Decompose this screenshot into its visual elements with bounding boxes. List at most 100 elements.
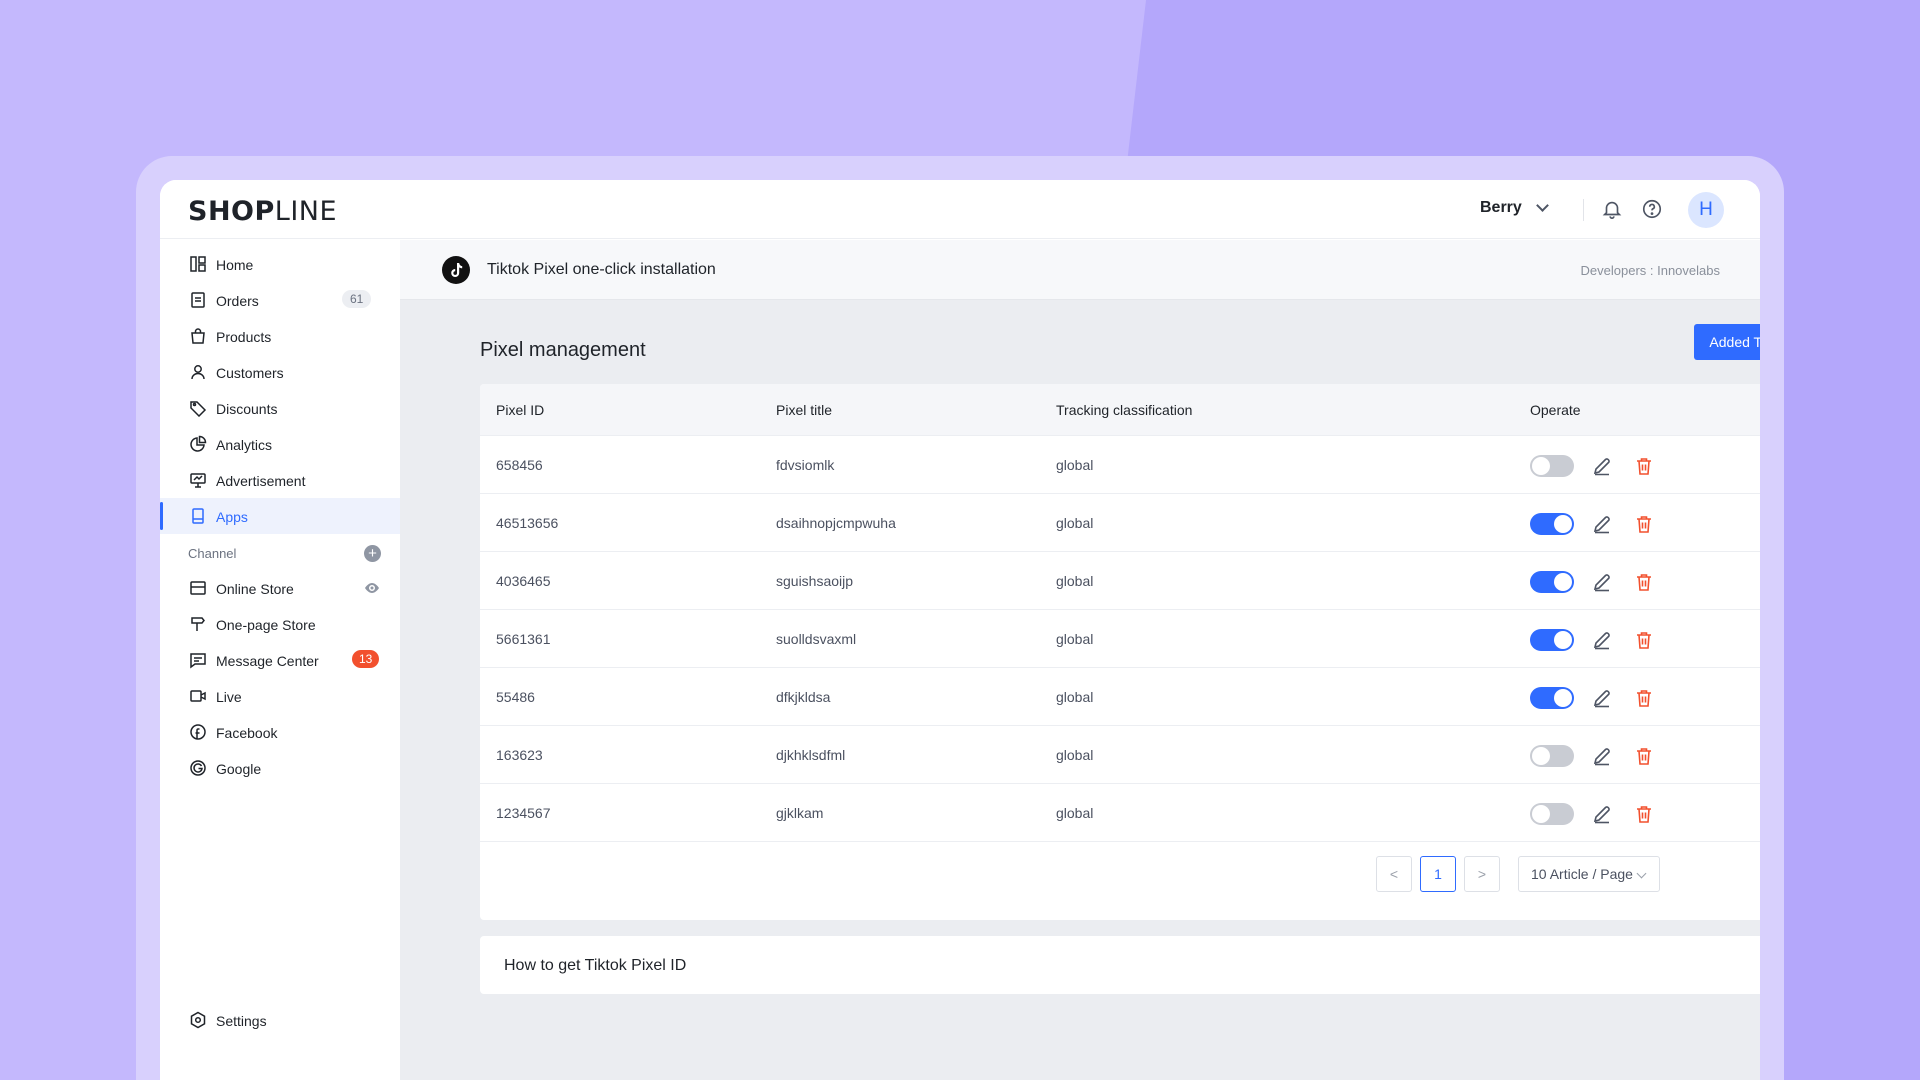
pixel-id-cell: 1234567: [496, 805, 551, 821]
home-icon: [190, 256, 206, 272]
pixel-enable-toggle[interactable]: [1530, 571, 1574, 593]
sidebar-item-label: Analytics: [216, 437, 273, 453]
column-header-pixel-title: Pixel title: [776, 402, 833, 418]
sidebar: Home Orders 61 Products Customers Discou…: [160, 240, 400, 1080]
trash-icon[interactable]: [1633, 687, 1655, 709]
page-title: Pixel management: [480, 339, 646, 361]
page-size-value: 10 Article / Page: [1531, 866, 1633, 882]
sidebar-item-label: Facebook: [216, 725, 278, 741]
avatar[interactable]: H: [1688, 192, 1724, 228]
pixel-enable-toggle[interactable]: [1530, 513, 1574, 535]
sidebar-item-settings[interactable]: Settings: [160, 1002, 400, 1038]
faq-collapse-panel[interactable]: How to get Tiktok Pixel ID: [480, 936, 1760, 994]
page-size-select[interactable]: 10 Article / Page: [1518, 856, 1660, 892]
eye-icon[interactable]: [363, 580, 381, 596]
pixel-id-cell: 4036465: [496, 573, 551, 589]
sidebar-item-online-store[interactable]: Online Store: [160, 570, 400, 606]
toggle-knob: [1532, 457, 1550, 475]
sidebar-item-label: One-page Store: [216, 617, 316, 633]
pixel-id-cell: 46513656: [496, 515, 559, 531]
edit-icon[interactable]: [1591, 455, 1613, 477]
sidebar-item-google[interactable]: Google: [160, 750, 400, 786]
tracking-classification-cell: global: [1056, 515, 1094, 531]
next-page-button[interactable]: >: [1464, 856, 1500, 892]
bell-icon[interactable]: [1601, 198, 1623, 220]
google-icon: [190, 760, 206, 776]
trash-icon[interactable]: [1633, 571, 1655, 593]
pixel-table-card: Pixel ID Pixel title Tracking classifica…: [480, 384, 1760, 920]
signpost-icon: [191, 617, 205, 631]
bag-icon: [191, 328, 205, 344]
trash-icon[interactable]: [1633, 629, 1655, 651]
add-tiktok-pixel-button[interactable]: Added Tiktok Pixel: [1694, 324, 1760, 360]
table-row: 163623 djkhklsdfml global: [480, 726, 1760, 784]
toggle-knob: [1532, 805, 1550, 823]
app-window: SHOPLINE Berry H Home Orders 61 Products: [160, 180, 1760, 1080]
sidebar-item-label: Google: [216, 761, 262, 777]
pixel-enable-toggle[interactable]: [1530, 745, 1574, 767]
edit-icon[interactable]: [1591, 803, 1613, 825]
pixel-enable-toggle[interactable]: [1530, 803, 1574, 825]
video-camera-icon: [190, 690, 206, 702]
sidebar-item-label: Message Center: [216, 653, 319, 669]
edit-icon[interactable]: [1591, 629, 1613, 651]
page-1-button[interactable]: 1: [1420, 856, 1456, 892]
channel-section-label: Channel: [188, 546, 237, 561]
pixel-title-cell: gjklkam: [776, 805, 824, 821]
sidebar-item-one-page-store[interactable]: One-page Store: [160, 606, 400, 642]
gear-icon: [190, 1011, 206, 1029]
sidebar-item-advertisement[interactable]: Advertisement: [160, 462, 400, 498]
apps-icon: [192, 508, 204, 524]
sidebar-item-apps[interactable]: Apps: [160, 498, 400, 534]
edit-icon[interactable]: [1591, 687, 1613, 709]
table-header: Pixel ID Pixel title Tracking classifica…: [480, 384, 1760, 436]
pixel-title-cell: suolldsvaxml: [776, 631, 857, 647]
tracking-classification-cell: global: [1056, 805, 1094, 821]
sidebar-item-orders[interactable]: Orders 61: [160, 282, 400, 318]
trash-icon[interactable]: [1633, 455, 1655, 477]
sidebar-item-label: Apps: [216, 509, 248, 525]
sidebar-item-customers[interactable]: Customers: [160, 354, 400, 390]
pixel-id-cell: 5661361: [496, 631, 551, 647]
edit-icon[interactable]: [1591, 513, 1613, 535]
sidebar-item-label: Live: [216, 689, 242, 705]
pixel-title-cell: dsaihnopjcmpwuha: [776, 515, 896, 531]
trash-icon[interactable]: [1633, 803, 1655, 825]
user-menu[interactable]: Berry: [1480, 199, 1549, 217]
sidebar-item-discounts[interactable]: Discounts: [160, 390, 400, 426]
column-header-pixel-id: Pixel ID: [496, 402, 545, 418]
add-channel-button[interactable]: +: [364, 545, 381, 562]
message-count-badge: 13: [352, 650, 380, 668]
pixel-enable-toggle[interactable]: [1530, 455, 1574, 477]
top-header: SHOPLINE Berry H: [160, 180, 1760, 239]
header-divider: [1583, 199, 1584, 221]
trash-icon[interactable]: [1633, 745, 1655, 767]
sidebar-item-products[interactable]: Products: [160, 318, 400, 354]
help-icon[interactable]: [1641, 198, 1663, 220]
sidebar-item-message-center[interactable]: Message Center 13: [160, 642, 400, 678]
prev-page-button[interactable]: <: [1376, 856, 1412, 892]
sidebar-item-facebook[interactable]: Facebook: [160, 714, 400, 750]
column-header-operate: Operate: [1530, 402, 1581, 418]
trash-icon[interactable]: [1633, 513, 1655, 535]
user-name: Berry: [1480, 199, 1522, 216]
sidebar-item-home[interactable]: Home: [160, 246, 400, 282]
shopline-logo[interactable]: SHOPLINE: [188, 196, 337, 227]
pixel-enable-toggle[interactable]: [1530, 629, 1574, 651]
orders-icon: [191, 292, 205, 308]
edit-icon[interactable]: [1591, 745, 1613, 767]
edit-icon[interactable]: [1591, 571, 1613, 593]
app-title: Tiktok Pixel one-click installation: [487, 261, 716, 278]
table-row: 5661361 suolldsvaxml global: [480, 610, 1760, 668]
toggle-knob: [1554, 573, 1572, 591]
sidebar-item-label: Customers: [216, 365, 284, 381]
sidebar-item-analytics[interactable]: Analytics: [160, 426, 400, 462]
store-icon: [190, 581, 206, 595]
pixel-enable-toggle[interactable]: [1530, 687, 1574, 709]
tracking-classification-cell: global: [1056, 631, 1094, 647]
column-header-tracking: Tracking classification: [1056, 402, 1193, 418]
sidebar-item-label: Home: [216, 257, 254, 273]
sidebar-item-live[interactable]: Live: [160, 678, 400, 714]
sidebar-item-label: Discounts: [216, 401, 278, 417]
chevron-down-icon: [1535, 199, 1549, 212]
